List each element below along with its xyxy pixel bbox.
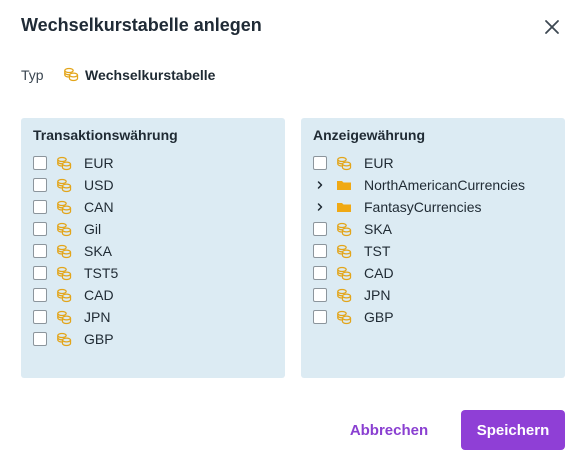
list-item[interactable]: GBP [313, 306, 557, 328]
coins-icon [56, 243, 72, 259]
type-value-label: Wechselkurstabelle [85, 67, 216, 83]
checkbox[interactable] [313, 244, 327, 258]
display-currency-title: Anzeigewährung [313, 127, 426, 143]
transaction-currency-list: EUR USD CAN Gil SKA TST5 CAD JPN GBP [33, 152, 277, 350]
checkbox[interactable] [313, 156, 327, 170]
folder-icon [336, 177, 352, 193]
coins-icon [56, 265, 72, 281]
folder-label: NorthAmericanCurrencies [364, 177, 526, 193]
coins-icon [56, 331, 72, 347]
currency-label: SKA [364, 221, 393, 237]
list-item[interactable]: JPN [313, 284, 557, 306]
checkbox[interactable] [33, 222, 47, 236]
dialog-title: Wechselkurstabelle anlegen [21, 15, 262, 35]
folder-icon [336, 199, 352, 215]
coins-icon [336, 287, 352, 303]
currency-label: JPN [84, 309, 111, 325]
list-item[interactable]: EUR [33, 152, 277, 174]
list-item[interactable]: EUR [313, 152, 557, 174]
checkbox[interactable] [33, 288, 47, 302]
checkbox[interactable] [33, 266, 47, 280]
currency-label: CAD [84, 287, 114, 303]
list-item[interactable]: TST5 [33, 262, 277, 284]
checkbox[interactable] [313, 222, 327, 236]
coins-icon [56, 155, 72, 171]
checkbox[interactable] [33, 178, 47, 192]
coins-icon [336, 309, 352, 325]
currency-label: EUR [84, 155, 114, 171]
currency-label: USD [84, 177, 114, 193]
checkbox[interactable] [313, 310, 327, 324]
display-currency-panel: Anzeigewährung EUR NorthAmericanCurrenci… [301, 118, 565, 378]
list-item[interactable]: JPN [33, 306, 277, 328]
list-item[interactable]: TST [313, 240, 557, 262]
transaction-currency-panel: Transaktionswährung EUR USD CAN Gil SKA … [21, 118, 285, 378]
coins-icon [63, 66, 79, 85]
checkbox[interactable] [33, 310, 47, 324]
coins-icon [336, 155, 352, 171]
checkbox[interactable] [33, 332, 47, 346]
coins-icon [56, 287, 72, 303]
coins-icon [56, 177, 72, 193]
save-button[interactable]: Speichern [461, 410, 565, 450]
coins-icon [56, 199, 72, 215]
list-item[interactable]: CAN [33, 196, 277, 218]
list-item[interactable]: CAD [33, 284, 277, 306]
chevron-right-icon[interactable] [313, 200, 327, 214]
type-row: Typ Wechselkurstabelle [21, 66, 215, 84]
list-item[interactable]: USD [33, 174, 277, 196]
currency-label: Gil [84, 221, 102, 237]
chevron-right-icon[interactable] [313, 178, 327, 192]
list-item[interactable]: SKA [313, 218, 557, 240]
folder-item[interactable]: NorthAmericanCurrencies [313, 174, 557, 196]
list-item[interactable]: Gil [33, 218, 277, 240]
transaction-currency-title: Transaktionswährung [33, 127, 178, 143]
checkbox[interactable] [33, 200, 47, 214]
currency-label: JPN [364, 287, 391, 303]
list-item[interactable]: CAD [313, 262, 557, 284]
cancel-button[interactable]: Abbrechen [343, 412, 435, 448]
currency-label: CAD [364, 265, 394, 281]
create-exchange-rate-table-dialog: Wechselkurstabelle anlegen Typ Wechselku… [0, 0, 586, 464]
currency-label: CAN [84, 199, 114, 215]
coins-icon [56, 221, 72, 237]
list-item[interactable]: GBP [33, 328, 277, 350]
close-icon[interactable] [541, 16, 563, 38]
folder-item[interactable]: FantasyCurrencies [313, 196, 557, 218]
coins-icon [336, 265, 352, 281]
currency-label: TST [364, 243, 391, 259]
display-currency-list: EUR NorthAmericanCurrencies FantasyCurre [313, 152, 557, 328]
list-item[interactable]: SKA [33, 240, 277, 262]
currency-label: SKA [84, 243, 113, 259]
currency-label: EUR [364, 155, 394, 171]
type-value: Wechselkurstabelle [63, 66, 215, 85]
checkbox[interactable] [33, 156, 47, 170]
checkbox[interactable] [33, 244, 47, 258]
coins-icon [336, 243, 352, 259]
checkbox[interactable] [313, 266, 327, 280]
coins-icon [336, 221, 352, 237]
coins-icon [56, 309, 72, 325]
currency-label: GBP [84, 331, 114, 347]
type-label: Typ [21, 67, 44, 83]
currency-label: GBP [364, 309, 394, 325]
folder-label: FantasyCurrencies [364, 199, 482, 215]
currency-label: TST5 [84, 265, 119, 281]
checkbox[interactable] [313, 288, 327, 302]
